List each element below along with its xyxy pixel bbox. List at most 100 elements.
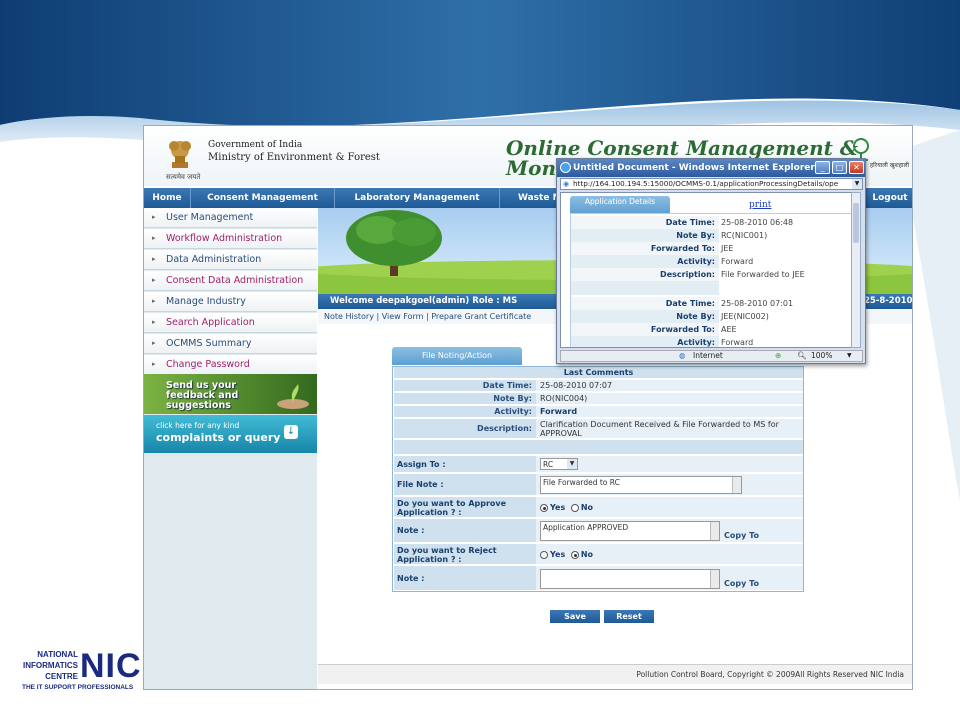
nav-laboratory-management[interactable]: Laboratory Management: [335, 188, 500, 208]
nic-logo: NIC: [80, 647, 142, 685]
footer: Pollution Control Board, Copyright © 200…: [318, 664, 912, 684]
feedback-banner[interactable]: Send us your feedback and suggestions: [144, 374, 317, 414]
print-link[interactable]: print: [749, 200, 771, 210]
last-note-by-row: Note By: RO(NIC004): [394, 393, 803, 405]
reset-button[interactable]: Reset: [604, 610, 654, 623]
approve-note-textarea[interactable]: Application APPROVED: [540, 521, 720, 541]
welcome-text: Welcome deepakgoel(admin) Role : MS: [330, 296, 518, 306]
record1-description-row: Description: File Forwarded to JEE: [571, 268, 854, 281]
dropdown-arrow-icon: ▼: [567, 459, 577, 469]
record2-activity-row: Activity: Forward: [571, 336, 854, 347]
complaints-banner[interactable]: click here for any kind complaints or qu…: [144, 415, 317, 453]
sidebar-item-consent-data-administration[interactable]: ▸ Consent Data Administration: [144, 271, 317, 291]
reject-note-textarea[interactable]: [540, 569, 720, 589]
approve-copy-to-link[interactable]: Copy To: [724, 531, 759, 540]
textarea-scrollbar[interactable]: [710, 570, 719, 588]
approve-row: Do you want to Approve Application ? : Y…: [394, 497, 803, 518]
reject-copy-to-link[interactable]: Copy To: [724, 579, 759, 588]
address-bar[interactable]: ◉ http://164.100.194.5:15000/OCMMS-0.1/a…: [560, 178, 863, 190]
chevron-right-icon: ▸: [152, 255, 156, 263]
sidebar: ▸ User Management ▸ Workflow Administratio…: [144, 208, 317, 689]
note-history-link[interactable]: Note History: [324, 312, 374, 321]
separator-row: [394, 440, 803, 455]
globe-icon: ◍: [679, 351, 686, 360]
save-button[interactable]: Save: [550, 610, 600, 623]
reject-yes-radio[interactable]: [540, 550, 548, 559]
complaints-line1: click here for any kind: [156, 421, 240, 430]
current-date: 25-8-2010: [864, 296, 913, 306]
maximize-button[interactable]: □: [832, 161, 847, 174]
file-note-textarea[interactable]: File Forwarded to RC: [540, 476, 742, 494]
reject-note-row: Note : Copy To: [394, 566, 803, 591]
protected-mode-icon: ⊕: [775, 351, 782, 360]
nic-name-line2: INFORMATICS: [23, 661, 78, 670]
nav-consent-management[interactable]: Consent Management: [191, 188, 335, 208]
zoom-icon: 🔍︎: [797, 351, 807, 360]
approve-radio-group: Yes No: [540, 503, 593, 512]
nic-name-line3: CENTRE: [45, 672, 78, 681]
sidebar-item-workflow-administration[interactable]: ▸ Workflow Administration: [144, 229, 317, 249]
nav-home[interactable]: Home: [144, 188, 191, 208]
sidebar-item-ocmms-summary[interactable]: ▸ OCMMS Summary: [144, 334, 317, 354]
popup-status-bar: ◍ Internet ⊕ 🔍︎ 100% ▼: [560, 350, 863, 362]
record2-date-row: Date Time: 25-08-2010 07:01: [571, 297, 854, 310]
popup-content: Application Details print Date Time: 25-0…: [560, 192, 858, 348]
reject-no-radio[interactable]: [570, 550, 579, 559]
hands-plant-icon: [277, 384, 309, 409]
nic-tagline: THE IT SUPPORT PROFESSIONALS: [22, 684, 134, 691]
ie-icon: [560, 162, 571, 173]
main-content: File Noting/Action Last Comments Date Ti…: [318, 324, 912, 664]
sidebar-item-search-application[interactable]: ▸ Search Application: [144, 313, 317, 333]
record-separator: [571, 281, 854, 295]
assign-to-select[interactable]: RC ▼: [540, 458, 578, 470]
chevron-right-icon: ▸: [152, 276, 156, 284]
textarea-scrollbar[interactable]: [732, 477, 741, 493]
zoom-dropdown-icon[interactable]: ▼: [847, 351, 852, 361]
sidebar-item-change-password[interactable]: ▸ Change Password: [144, 355, 317, 375]
minimize-button[interactable]: _: [815, 161, 830, 174]
approve-yes-radio[interactable]: [540, 503, 548, 512]
chevron-right-icon: ▸: [152, 360, 156, 368]
complaints-line2: complaints or query: [156, 431, 281, 444]
sidebar-item-data-administration[interactable]: ▸ Data Administration: [144, 250, 317, 270]
emblem-caption: सत्यमेव जयते: [166, 173, 201, 181]
close-button[interactable]: ✕: [849, 161, 864, 174]
record1-note-by-row: Note By: RC(NIC001): [571, 229, 854, 242]
application-details-popup: Untitled Document - Windows Internet Exp…: [556, 158, 866, 364]
chevron-right-icon: ▸: [152, 213, 156, 221]
nav-logout[interactable]: Logout: [866, 188, 912, 208]
record1-activity-row: Activity: Forward: [571, 255, 854, 268]
reject-row: Do you want to Reject Application ? : Ye…: [394, 544, 803, 565]
file-noting-form: Last Comments Date Time: 25-08-2010 07:0…: [392, 366, 804, 592]
sidebar-item-manage-industry[interactable]: ▸ Manage Industry: [144, 292, 317, 312]
feedback-banner-text: Send us your feedback and suggestions: [166, 380, 239, 411]
popup-vertical-scrollbar[interactable]: [851, 192, 861, 348]
record1-forwarded-row: Forwarded To: JEE: [571, 242, 854, 255]
last-description-value: Clarification Document Received & File F…: [540, 420, 779, 438]
page-icon: ◉: [563, 180, 570, 188]
sidebar-item-user-management[interactable]: ▸ User Management: [144, 208, 317, 228]
zoom-level[interactable]: 100%: [811, 351, 832, 361]
record2-note-by-row: Note By: JEE(NIC002): [571, 310, 854, 323]
chevron-right-icon: ▸: [152, 318, 156, 326]
chevron-right-icon: ▸: [152, 339, 156, 347]
prepare-grant-certificate-link[interactable]: Prepare Grant Certificate: [431, 312, 531, 321]
tab-application-details[interactable]: Application Details: [570, 196, 670, 214]
scroll-thumb[interactable]: [853, 203, 859, 243]
tab-file-noting-action[interactable]: File Noting/Action: [392, 347, 522, 365]
last-date-time-row: Date Time: 25-08-2010 07:07: [394, 380, 803, 392]
reject-radio-group: Yes No: [540, 550, 593, 559]
textarea-scrollbar[interactable]: [710, 522, 719, 540]
security-zone: Internet: [693, 351, 723, 360]
last-date-time-value: 25-08-2010 07:07: [540, 381, 613, 390]
government-label: Government of India: [208, 140, 303, 150]
last-activity-value: Forward: [540, 407, 578, 416]
approve-no-radio[interactable]: [570, 503, 579, 512]
national-emblem-icon: [169, 141, 191, 168]
chevron-right-icon: ▸: [152, 297, 156, 305]
view-form-link[interactable]: View Form: [382, 312, 424, 321]
approve-note-row: Note : Application APPROVED Copy To: [394, 519, 803, 543]
dropdown-arrow-icon[interactable]: ▼: [852, 179, 862, 189]
record1-date-row: Date Time: 25-08-2010 06:48: [571, 216, 854, 229]
last-note-by-value: RO(NIC004): [540, 394, 588, 403]
